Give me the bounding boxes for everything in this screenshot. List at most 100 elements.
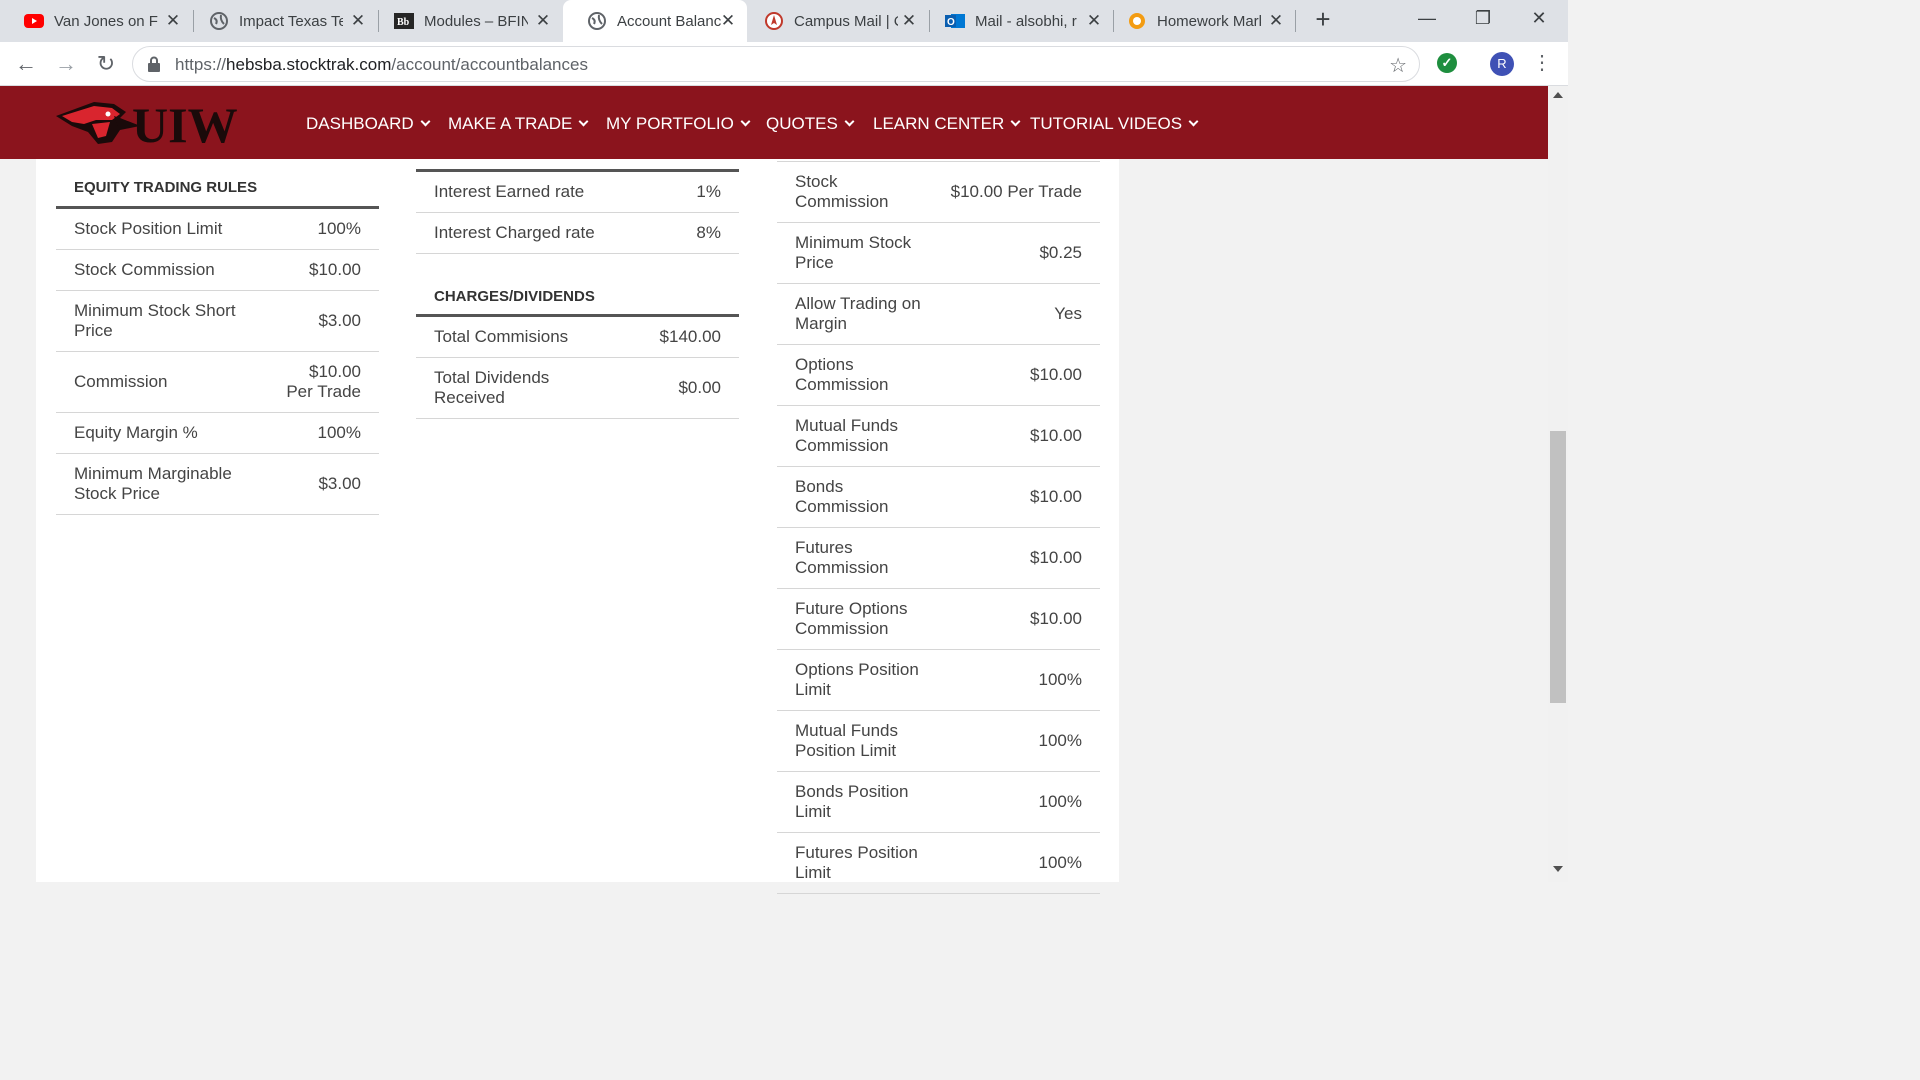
- row-label: Bonds Commission: [795, 477, 889, 516]
- table-row: Minimum Marginable Stock Price $3.00: [56, 454, 379, 515]
- row-label: Allow Trading on Margin: [795, 294, 921, 333]
- scroll-thumb[interactable]: [1550, 431, 1566, 703]
- page-scrollbar[interactable]: [1548, 86, 1568, 882]
- row-label: Future Options Commission: [795, 599, 908, 638]
- row-label: Minimum Stock Price: [795, 233, 912, 272]
- chevron-down-icon: [740, 116, 751, 127]
- close-icon[interactable]: ✕: [164, 12, 182, 30]
- tab-homework-market[interactable]: Homework Mark ✕: [1103, 0, 1295, 42]
- tab-title: Van Jones on Fox: [54, 12, 158, 30]
- close-icon[interactable]: ✕: [1267, 12, 1285, 30]
- reload-icon[interactable]: ↻: [92, 50, 120, 78]
- browser-menu-icon[interactable]: ⋮: [1532, 50, 1552, 78]
- row-label: Stock Commission: [74, 260, 215, 279]
- table-row: Allow Trading on Margin Yes: [777, 284, 1100, 345]
- globe-icon: [209, 11, 229, 31]
- chevron-down-icon: [844, 116, 855, 127]
- nav-dashboard[interactable]: DASHBOARD: [306, 114, 431, 134]
- table-row: Mutual Funds Commission $10.00: [777, 406, 1100, 467]
- chevron-down-icon: [1010, 116, 1021, 127]
- row-value: $10.00: [309, 260, 361, 279]
- url-text: https://hebsba.stocktrak.com/account/acc…: [175, 55, 588, 75]
- table-row: Futures Commission $10.00: [777, 528, 1100, 589]
- row-label: Interest Earned rate: [434, 182, 585, 201]
- row-label: Options Position Limit: [795, 660, 919, 699]
- address-bar[interactable]: https://hebsba.stocktrak.com/account/acc…: [132, 46, 1420, 82]
- profile-avatar[interactable]: R: [1490, 52, 1514, 76]
- table-row: Stock Position Limit 100%: [56, 209, 379, 250]
- row-label: Stock Position Limit: [74, 219, 223, 238]
- tab-account-balance[interactable]: Account Balance ✕: [563, 0, 747, 42]
- table-row: Options Position Limit 100%: [777, 650, 1100, 711]
- close-icon[interactable]: ✕: [900, 12, 918, 30]
- row-value: $10.00 Per Trade: [286, 362, 361, 401]
- row-label: Minimum Stock Short Price: [74, 301, 236, 340]
- equity-trading-rules: EQUITY TRADING RULES Stock Position Limi…: [56, 159, 379, 515]
- row-label: Total Dividends Received: [434, 368, 550, 407]
- back-icon[interactable]: ←: [12, 50, 40, 78]
- row-label: Futures Commission: [795, 538, 889, 577]
- minimize-icon[interactable]: —: [1404, 4, 1450, 34]
- row-label: Commission: [74, 372, 168, 391]
- row-value: $10.00: [1030, 426, 1082, 445]
- section-heading: CHARGES/DIVIDENDS: [416, 254, 739, 317]
- table-row: Interest Earned rate 1%: [416, 172, 739, 213]
- outlook-icon: O: [945, 11, 965, 31]
- table-row: Minimum Stock Price $0.25: [777, 223, 1100, 284]
- row-value: 100%: [1038, 670, 1082, 689]
- nav-label: TUTORIAL VIDEOS: [1030, 114, 1183, 133]
- row-value: $10.00: [1030, 365, 1082, 384]
- blackboard-icon: Bb: [394, 11, 414, 31]
- trading-rules: Stock Commission $10.00 Per Trade Minimu…: [777, 159, 1100, 894]
- table-row: Equity Margin % 100%: [56, 413, 379, 454]
- table-row: Total Commisions $140.00: [416, 317, 739, 358]
- campus-mail-icon: [764, 11, 784, 31]
- close-icon[interactable]: ✕: [1085, 12, 1103, 30]
- row-value: $10.00 Per Trade: [950, 182, 1082, 201]
- chevron-down-icon: [420, 116, 431, 127]
- tab-van-jones[interactable]: Van Jones on Fox ✕: [0, 0, 192, 42]
- close-icon[interactable]: ✕: [534, 12, 552, 30]
- youtube-icon: [24, 11, 44, 31]
- nav-learn-center[interactable]: LEARN CENTER: [873, 114, 1021, 134]
- forward-icon[interactable]: →: [52, 50, 80, 78]
- tab-title: Account Balance: [617, 12, 721, 30]
- tab-modules-bfin[interactable]: Bb Modules – BFIN ✕: [370, 0, 562, 42]
- nav-make-a-trade[interactable]: MAKE A TRADE: [448, 114, 589, 134]
- tab-impact-texas[interactable]: Impact Texas Tee ✕: [185, 0, 377, 42]
- tab-title: Homework Mark: [1157, 12, 1261, 30]
- site-header: UIW DASHBOARD MAKE A TRADE MY PORTFOLIO …: [0, 86, 1548, 159]
- nav-label: MY PORTFOLIO: [606, 114, 734, 133]
- nav-tutorial-videos[interactable]: TUTORIAL VIDEOS: [1030, 114, 1199, 134]
- scroll-up-arrow-icon[interactable]: [1553, 92, 1563, 98]
- row-value: $10.00: [1030, 609, 1082, 628]
- chevron-down-icon: [578, 116, 589, 127]
- browser-tab-strip: Van Jones on Fox ✕ Impact Texas Tee ✕ Bb…: [0, 0, 1568, 42]
- bookmark-star-icon[interactable]: ☆: [1389, 53, 1407, 78]
- scroll-down-arrow-icon[interactable]: [1553, 866, 1563, 872]
- nav-quotes[interactable]: QUOTES: [766, 114, 855, 134]
- table-row: Interest Charged rate 8%: [416, 213, 739, 254]
- tab-campus-mail[interactable]: Campus Mail | C ✕: [740, 0, 928, 42]
- tab-outlook-mail[interactable]: O Mail - alsobhi, r ✕: [921, 0, 1113, 42]
- tab-title: Mail - alsobhi, r: [975, 12, 1077, 30]
- url-path: /account/accountbalances: [391, 55, 588, 74]
- close-window-icon[interactable]: ✕: [1516, 4, 1562, 34]
- row-label: Options Commission: [795, 355, 889, 394]
- svg-text:O: O: [947, 17, 955, 28]
- browser-toolbar: ← → ↻ https://hebsba.stocktrak.com/accou…: [0, 42, 1568, 86]
- row-value: $10.00: [1030, 548, 1082, 567]
- extension-check-icon[interactable]: ✓: [1437, 53, 1457, 73]
- close-icon[interactable]: ✕: [349, 12, 367, 30]
- table-row: Bonds Position Limit 100%: [777, 772, 1100, 833]
- interest-and-charges: Interest Earned rate 1% Interest Charged…: [416, 159, 739, 419]
- close-icon[interactable]: ✕: [719, 12, 737, 30]
- row-value: $3.00: [318, 311, 361, 330]
- nav-my-portfolio[interactable]: MY PORTFOLIO: [606, 114, 751, 134]
- new-tab-button[interactable]: +: [1310, 6, 1336, 33]
- restore-icon[interactable]: ❐: [1460, 4, 1506, 34]
- uiw-logo[interactable]: UIW: [54, 96, 254, 153]
- table-row: Bonds Commission $10.00: [777, 467, 1100, 528]
- homework-icon: [1127, 11, 1147, 31]
- row-value: 100%: [317, 423, 361, 442]
